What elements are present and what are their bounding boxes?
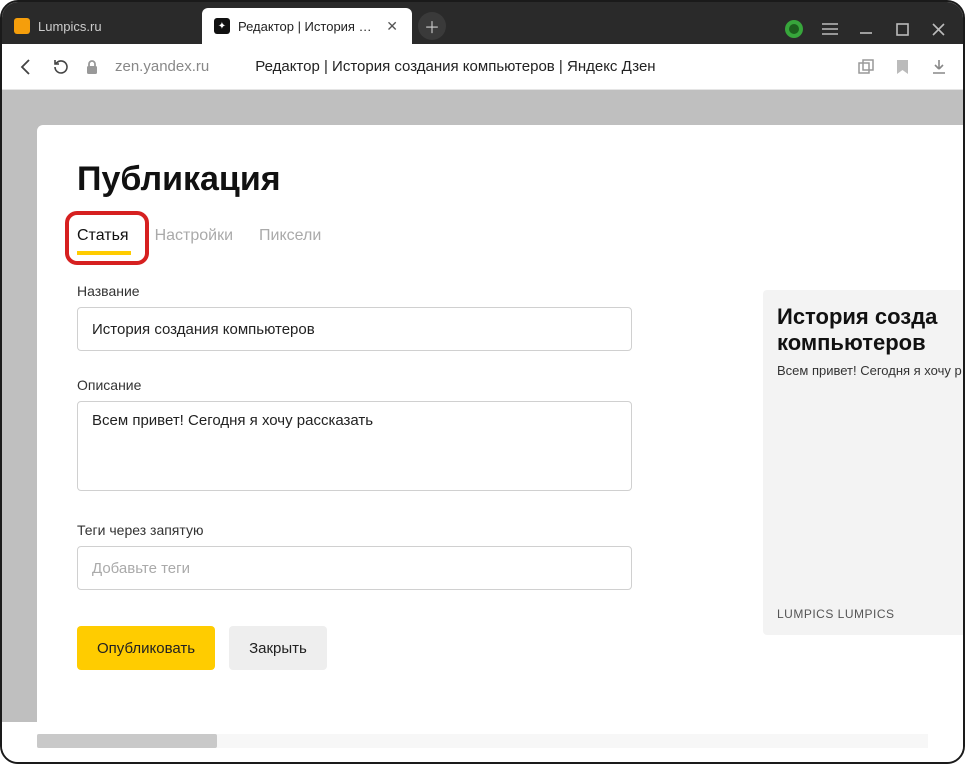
close-icon[interactable]: ✕ [384,18,400,35]
browser-tab-lumpics[interactable]: Lumpics.ru [2,8,202,44]
tab-title: Редактор | История соз [238,19,376,34]
downloads-icon[interactable] [931,59,947,75]
extension-icon[interactable] [785,20,803,38]
scrollbar-thumb[interactable] [37,734,217,748]
tab-pixels[interactable]: Пиксели [259,227,321,255]
page-heading: Публикация [77,160,963,199]
preview-description: Всем привет! Сегодня я хочу р [777,363,963,378]
favicon-icon: ✦ [214,18,230,34]
maximize-icon[interactable] [893,20,911,38]
field-tags: Теги через запятую [77,522,632,590]
browser-tab-strip: Lumpics.ru ✦ Редактор | История соз ✕ ＋ [2,2,963,44]
field-label: Описание [77,377,632,393]
tab-article[interactable]: Статья [77,227,129,255]
preview-panel: История созда компьютеров Всем привет! С… [763,290,963,635]
editor-tabs: Статья Настройки Пиксели [77,227,963,255]
description-textarea[interactable]: Всем привет! Сегодня я хочу рассказать [77,401,632,491]
preview-title-line: компьютеров [777,330,963,356]
tab-settings[interactable]: Настройки [155,227,233,255]
viewport: Публикация Статья Настройки Пиксели Назв… [2,90,963,722]
horizontal-scrollbar[interactable] [37,734,928,748]
close-button[interactable]: Закрыть [229,626,327,670]
favicon-icon [14,18,30,34]
browser-tab-editor[interactable]: ✦ Редактор | История соз ✕ [202,8,412,44]
page-title-text: Редактор | История создания компьютеров … [255,58,842,75]
field-description: Описание Всем привет! Сегодня я хочу рас… [77,377,632,496]
tab-title: Lumpics.ru [38,19,190,34]
preview-title-line: История созда [777,304,963,330]
reload-icon[interactable] [52,58,69,75]
back-icon[interactable] [18,58,36,76]
window-controls [785,20,963,44]
name-input[interactable] [77,307,632,351]
minimize-icon[interactable] [857,20,875,38]
address-bar: zen.yandex.ru Редактор | История создани… [2,44,963,90]
bottom-chrome [2,722,963,762]
field-label: Название [77,283,632,299]
field-label: Теги через запятую [77,522,632,538]
bookmark-icon[interactable] [896,59,909,75]
window-close-icon[interactable] [929,20,947,38]
form-column: Название Описание Всем привет! Сегодня я… [77,283,632,670]
publication-card: Публикация Статья Настройки Пиксели Назв… [37,125,963,722]
share-icon[interactable] [858,59,874,75]
action-row: Опубликовать Закрыть [77,626,632,670]
field-name: Название [77,283,632,351]
url-domain[interactable]: zen.yandex.ru [115,58,209,75]
preview-author: LUMPICS LUMPICS [777,607,895,621]
menu-icon[interactable] [821,20,839,38]
new-tab-button[interactable]: ＋ [418,12,446,40]
tags-input[interactable] [77,546,632,590]
lock-icon[interactable] [85,59,99,75]
publish-button[interactable]: Опубликовать [77,626,215,670]
